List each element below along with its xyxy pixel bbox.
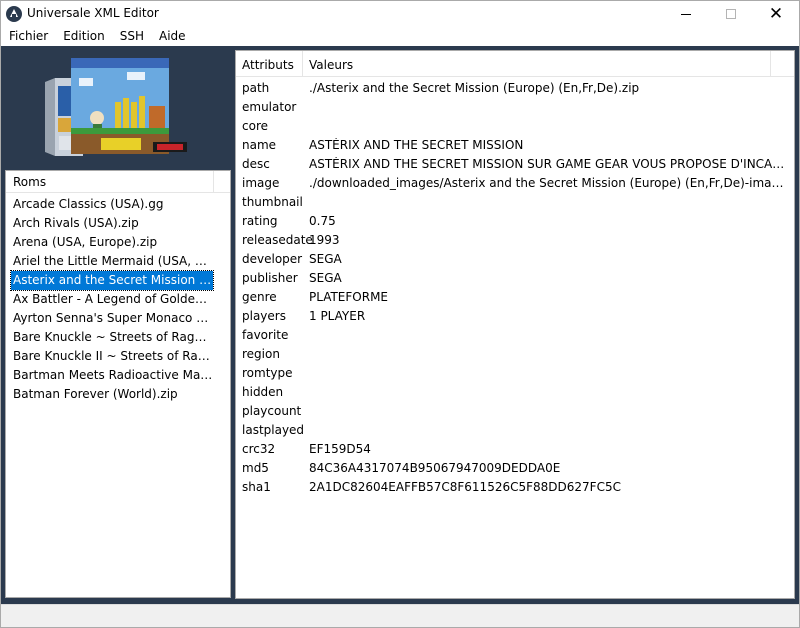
menu-aide[interactable]: Aide [151,27,193,46]
attribute-key: path [242,81,270,95]
column-divider [302,51,303,77]
attribute-value[interactable]: EF159D54 [309,442,789,456]
attribute-value[interactable]: 2A1DC82604EAFFB57C8F611526C5F88DD627FC5C [309,480,789,494]
rom-list-item[interactable]: Batman Forever (World).zip [11,385,213,404]
attribute-value[interactable]: 1993 [309,233,789,247]
attribute-key: romtype [242,366,293,380]
attribute-row[interactable]: md5 84C36A4317074B95067947009DEDDA0E [236,458,794,477]
attribute-key: crc32 [242,442,276,456]
attribute-key: rating [242,214,278,228]
attribute-key: md5 [242,461,269,475]
attribute-value[interactable]: ASTÉRIX AND THE SECRET MISSION SUR GAME … [309,157,789,171]
attributes-table[interactable]: Attributs Valeurs path ./Asterix and the … [235,50,795,599]
maximize-button[interactable] [708,1,754,27]
app-window: Universale XML Editor ✕ Fichier Edition … [0,0,800,628]
attribute-row[interactable]: favorite [236,325,794,344]
attribute-key: core [242,119,268,133]
rom-list-item[interactable]: Arcade Classics (USA).gg [11,195,213,214]
attribute-key: emulator [242,100,297,114]
attribute-row[interactable]: thumbnail [236,192,794,211]
rom-list-item[interactable]: Ariel the Little Mermaid (USA, Euro... [11,252,213,271]
attribute-key: releasedate [242,233,313,247]
attribute-row[interactable]: emulator [236,97,794,116]
attribute-row[interactable]: releasedate 1993 [236,230,794,249]
attribute-row[interactable]: name ASTÉRIX AND THE SECRET MISSION [236,135,794,154]
attribute-value[interactable]: 84C36A4317074B95067947009DEDDA0E [309,461,789,475]
attribute-row[interactable]: region [236,344,794,363]
attribute-row[interactable]: romtype [236,363,794,382]
attribute-row[interactable]: rating 0.75 [236,211,794,230]
menu-edition[interactable]: Edition [55,27,112,46]
rom-list-item[interactable]: Ax Battler - A Legend of Golden Axe... [11,290,213,309]
game-cover-image [45,58,187,156]
roms-list[interactable]: Roms Arcade Classics (USA).gg Arch Rival… [5,170,231,598]
attribute-row[interactable]: lastplayed [236,420,794,439]
attribute-value[interactable]: ./Asterix and the Secret Mission (Europe… [309,81,789,95]
attribute-key: hidden [242,385,284,399]
rom-list-item[interactable]: Arch Rivals (USA).zip [11,214,213,233]
attribute-row[interactable]: hidden [236,382,794,401]
attribute-key: sha1 [242,480,271,494]
window-title: Universale XML Editor [27,6,159,20]
main-area: Roms Arcade Classics (USA).gg Arch Rival… [1,46,799,604]
rom-list-item[interactable]: Arena (USA, Europe).zip [11,233,213,252]
attribute-value[interactable]: 0.75 [309,214,789,228]
attribute-value[interactable]: ./downloaded_images/Asterix and the Secr… [309,176,789,190]
column-divider [770,51,771,77]
attribute-row[interactable]: developer SEGA [236,249,794,268]
column-header-attributs[interactable]: Attributs [242,58,294,72]
attribute-key: favorite [242,328,289,342]
rom-list-item[interactable]: Ayrton Senna's Super Monaco GP II ... [11,309,213,328]
attribute-value[interactable]: SEGA [309,271,789,285]
app-logo-icon [6,6,22,22]
rom-list-item[interactable]: Bare Knuckle ~ Streets of Rage (Wor... [11,328,213,347]
attributes-table-header: Attributs Valeurs [236,51,794,77]
rom-list-item[interactable]: Bartman Meets Radioactive Man (U... [11,366,213,385]
attribute-row[interactable]: sha1 2A1DC82604EAFFB57C8F611526C5F88DD627… [236,477,794,496]
attribute-row[interactable]: image ./downloaded_images/Asterix and the… [236,173,794,192]
maximize-icon [726,9,736,19]
attribute-value[interactable]: SEGA [309,252,789,266]
close-button[interactable]: ✕ [753,1,799,27]
attribute-row[interactable]: players 1 PLAYER [236,306,794,325]
attribute-row[interactable]: publisher SEGA [236,268,794,287]
attribute-row[interactable]: genre PLATEFORME [236,287,794,306]
attribute-key: region [242,347,280,361]
column-divider [213,171,214,193]
attribute-row[interactable]: desc ASTÉRIX AND THE SECRET MISSION SUR G… [236,154,794,173]
attribute-key: thumbnail [242,195,303,209]
rom-list-item[interactable]: Bare Knuckle II ~ Streets of Rage 2 ~... [11,347,213,366]
attribute-key: developer [242,252,303,266]
attribute-row[interactable]: crc32 EF159D54 [236,439,794,458]
menu-fichier[interactable]: Fichier [1,27,55,46]
attribute-row[interactable]: playcount [236,401,794,420]
left-panel: Roms Arcade Classics (USA).gg Arch Rival… [1,46,231,604]
attribute-row[interactable]: core [236,116,794,135]
attribute-value[interactable]: PLATEFORME [309,290,789,304]
attribute-row[interactable]: path ./Asterix and the Secret Mission (Eu… [236,78,794,97]
attribute-value[interactable]: ASTÉRIX AND THE SECRET MISSION [309,138,789,152]
attribute-key: image [242,176,280,190]
attribute-key: name [242,138,277,152]
title-bar[interactable]: Universale XML Editor ✕ [1,1,799,27]
menu-ssh[interactable]: SSH [112,27,151,46]
minimize-button[interactable] [663,1,709,27]
column-header-valeurs[interactable]: Valeurs [309,58,353,72]
attribute-key: players [242,309,286,323]
attribute-key: playcount [242,404,302,418]
status-bar [1,604,799,627]
rom-list-item-selected[interactable]: Asterix and the Secret Mission (Euro... [10,270,214,291]
attribute-key: publisher [242,271,298,285]
attribute-value[interactable]: 1 PLAYER [309,309,789,323]
attribute-key: genre [242,290,277,304]
menu-bar: Fichier Edition SSH Aide [1,27,799,46]
close-icon: ✕ [768,3,784,24]
roms-header-label: Roms [13,175,47,189]
minimize-icon [681,13,691,15]
attribute-key: lastplayed [242,423,305,437]
attribute-key: desc [242,157,270,171]
roms-list-header[interactable]: Roms [6,171,230,193]
